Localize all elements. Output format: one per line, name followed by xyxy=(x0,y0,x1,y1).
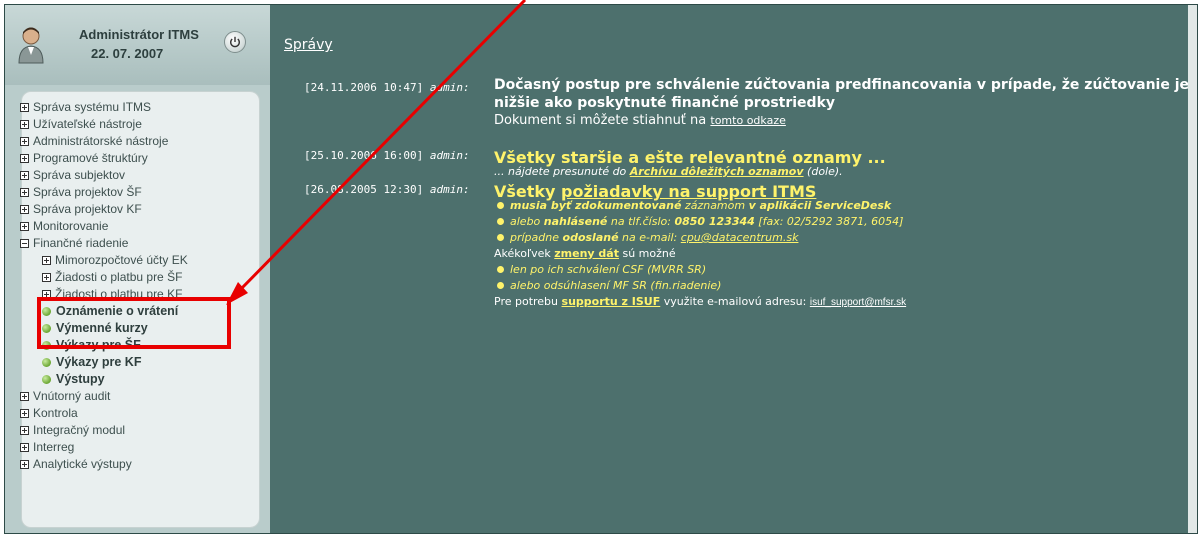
annotation-arrow-icon xyxy=(226,0,527,305)
